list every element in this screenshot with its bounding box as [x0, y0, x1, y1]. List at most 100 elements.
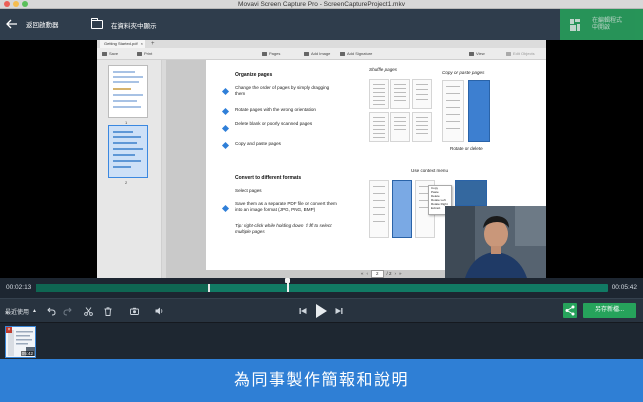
illustration-page	[369, 79, 389, 109]
pdf-view-label: View	[476, 51, 485, 56]
timeline-played	[36, 284, 210, 292]
scissors-icon	[83, 306, 93, 316]
view-icon	[469, 52, 474, 56]
pdf-add-image-item: Add Image	[304, 48, 330, 60]
pager-total: / 2	[386, 271, 392, 276]
page-thumbnail	[108, 65, 148, 118]
bullet-icon	[221, 87, 230, 96]
show-in-folder-button[interactable]: 在資料夾中顯示	[88, 12, 160, 37]
pdf-save-item: Save	[102, 48, 118, 60]
page-text: Delete blank or poorly scanned pages	[235, 121, 313, 126]
trash-icon	[104, 306, 112, 316]
share-icon	[565, 305, 575, 316]
pdf-add-signature-item: Add Signature	[340, 48, 372, 60]
page-thumbnail-number: 2	[125, 180, 128, 185]
recent-recording-thumbnail[interactable]: × 05:42	[5, 326, 36, 358]
timeline-track[interactable]	[36, 284, 608, 292]
print-icon	[137, 52, 142, 56]
page-text: Rotate pages with the wrong orientation	[235, 107, 316, 112]
title-bar: Movavi Screen Capture Pro - ScreenCaptur…	[0, 0, 643, 9]
label-copy-paste: Copy or paste pages	[442, 70, 485, 75]
skip-back-icon	[299, 308, 307, 314]
pdf-print-label: Print	[144, 51, 153, 56]
illustration-page-selected	[392, 180, 412, 238]
page-text: Select pages	[235, 188, 262, 193]
pdf-view-item: View	[469, 48, 485, 60]
header-bar: 返回啟動器 在資料夾中顯示 在編輯程式 中開啟	[0, 9, 643, 40]
image-icon	[304, 52, 309, 56]
total-time: 00:05:42	[611, 284, 637, 291]
caption-banner: 為同事製作簡報和說明	[0, 359, 643, 402]
add-tab-icon: +	[151, 41, 155, 47]
pdf-pager: « ‹ 2 / 2 › »	[361, 270, 402, 278]
undo-button[interactable]	[45, 304, 57, 318]
pdf-pages-label: Pages	[269, 51, 281, 56]
volume-button[interactable]	[153, 304, 165, 318]
pager-first-icon: «	[361, 271, 364, 276]
window-title: Movavi Screen Capture Pro - ScreenCaptur…	[238, 1, 405, 8]
share-button[interactable]	[563, 303, 577, 318]
snapshot-button[interactable]	[128, 304, 140, 318]
show-in-folder-label: 在資料夾中顯示	[111, 22, 157, 30]
open-in-editor-label: 在編輯程式 中開啟	[592, 18, 622, 32]
label-rotate-delete: Rotate or delete	[450, 146, 483, 151]
play-icon	[316, 304, 327, 318]
pdf-save-label: Save	[109, 51, 119, 56]
video-preview: Getting Started.pdf × + Save Print Pages…	[0, 40, 643, 278]
save-as-button[interactable]: 另存新檔...	[583, 303, 636, 318]
pager-current: 2	[371, 270, 384, 278]
redo-button[interactable]	[61, 304, 73, 318]
illustration-page	[412, 112, 432, 142]
pager-next-icon: ›	[394, 271, 397, 276]
webcam-overlay	[445, 206, 546, 278]
pdf-edit-objects-item: Edit Objects	[506, 48, 535, 60]
illustration-page	[442, 80, 464, 142]
heading-convert: Convert to different formats	[235, 175, 302, 181]
illustration-menu	[455, 180, 487, 206]
redo-icon	[62, 307, 72, 315]
illustration-menu	[468, 80, 490, 142]
caret-up-icon: ▲	[32, 308, 37, 314]
signature-icon	[340, 52, 345, 56]
illustration-page	[390, 112, 410, 142]
bullet-icon	[221, 124, 230, 133]
pdf-pages-item: Pages	[262, 48, 280, 60]
open-in-editor-label-line1: 在編輯程式	[592, 17, 623, 24]
delete-button[interactable]	[102, 304, 114, 318]
illustration-page	[369, 112, 389, 142]
app-window: Movavi Screen Capture Pro - ScreenCaptur…	[0, 0, 643, 402]
close-tab-icon: ×	[140, 41, 143, 46]
recent-label: 最近使用	[5, 309, 30, 316]
pdf-tab: Getting Started.pdf ×	[100, 40, 145, 48]
pager-last-icon: »	[399, 271, 402, 276]
pdf-toolbar: Save Print Pages Add Image Add Signature…	[97, 48, 546, 60]
remove-recording-icon[interactable]: ×	[6, 327, 12, 333]
pdf-edit-objects-label: Edit Objects	[513, 51, 535, 56]
pdf-tab-label: Getting Started.pdf	[104, 41, 138, 46]
playback-controls: 最近使用 ▲ 另存新檔...	[0, 298, 643, 322]
label-shuffle-pages: Shuffle pages	[369, 67, 398, 72]
cut-button[interactable]	[82, 304, 94, 318]
open-in-editor-button[interactable]: 在編輯程式 中開啟	[560, 9, 643, 40]
pager-prev-icon: ‹	[366, 271, 369, 276]
current-time: 00:02:13	[6, 284, 32, 291]
back-arrow-icon	[6, 18, 18, 31]
pdf-tab-bar: Getting Started.pdf × +	[97, 40, 546, 48]
skip-back-button[interactable]	[297, 304, 309, 318]
volume-icon	[155, 307, 162, 315]
skip-forward-button[interactable]	[333, 304, 345, 318]
recent-toggle-button[interactable]: 最近使用 ▲	[5, 304, 37, 318]
recording-duration: 05:42	[20, 351, 34, 356]
pdf-print-item: Print	[137, 48, 152, 60]
folder-icon	[91, 18, 103, 29]
back-to-launcher-button[interactable]: 返回啟動器	[6, 15, 86, 33]
pdf-add-image-label: Add Image	[311, 51, 331, 56]
playhead[interactable]	[285, 278, 291, 292]
page-tip: Tip: right-click while holding down ⇧⌘ t…	[235, 223, 332, 234]
skip-forward-icon	[335, 308, 343, 314]
edit-objects-icon	[506, 52, 511, 56]
timeline-marker	[208, 284, 210, 292]
play-button[interactable]	[314, 302, 328, 320]
back-label: 返回啟動器	[26, 22, 59, 29]
bullet-icon	[221, 141, 230, 150]
